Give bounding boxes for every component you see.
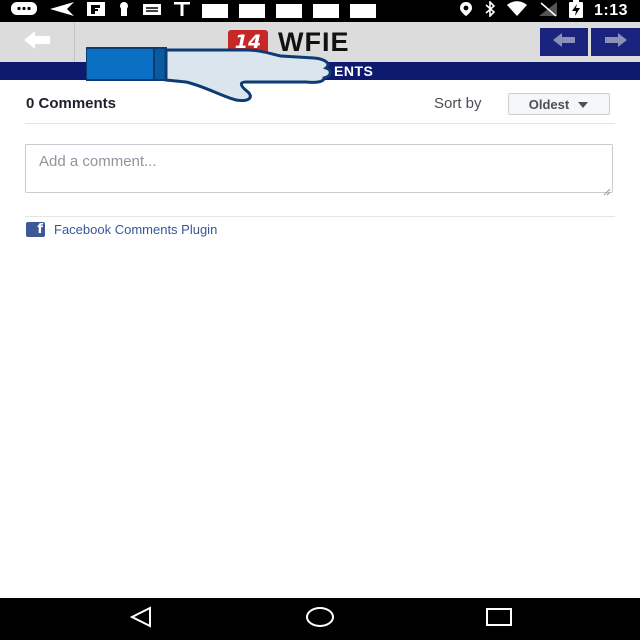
mail-icon [142, 1, 162, 22]
chevron-down-icon [577, 97, 589, 112]
keyhole-icon [117, 1, 131, 22]
comment-placeholder: Add a comment... [39, 153, 157, 170]
recents-square-icon [485, 606, 513, 633]
status-system: 1:13 [458, 0, 628, 23]
message-icon [10, 1, 38, 22]
flipboard-icon [86, 1, 106, 22]
arrow-left-icon [551, 32, 577, 53]
facebook-icon: f [26, 222, 45, 237]
arrow-right-icon [603, 32, 629, 53]
comment-count: 0 Comments [26, 95, 117, 112]
resize-handle-icon[interactable] [603, 183, 611, 201]
system-back-button[interactable] [111, 598, 171, 640]
home-circle-icon [305, 606, 335, 633]
sort-label: Sort by [434, 95, 482, 112]
next-article-button[interactable] [591, 28, 640, 56]
sort-value: Oldest [528, 96, 570, 112]
arrow-left-icon [22, 30, 52, 55]
previous-article-button[interactable] [540, 28, 588, 56]
battery-charging-icon [568, 0, 584, 23]
divider [25, 216, 615, 217]
notification-box [313, 4, 339, 18]
status-notifications [10, 1, 376, 22]
system-recents-button[interactable] [469, 598, 529, 640]
wifi-icon [506, 0, 528, 22]
thumbs-down-icon [85, 46, 336, 106]
bluetooth-icon [484, 0, 496, 22]
section-title: ENTS [334, 63, 374, 79]
status-bar: 1:13 [0, 0, 640, 22]
notification-box [239, 4, 265, 18]
plugin-label: Facebook Comments Plugin [54, 222, 218, 237]
location-icon [458, 1, 474, 22]
notification-box [276, 4, 302, 18]
send-icon [49, 1, 75, 22]
notification-box [350, 4, 376, 18]
facebook-comments-plugin-link[interactable]: f Facebook Comments Plugin [26, 222, 217, 237]
signal-off-icon [538, 1, 558, 22]
divider [25, 123, 615, 124]
system-nav-bar [0, 598, 640, 640]
back-button[interactable] [0, 22, 75, 62]
notification-box [202, 4, 228, 18]
back-triangle-icon [129, 605, 153, 633]
system-home-button[interactable] [290, 598, 350, 640]
text-t-icon [173, 1, 191, 22]
clock: 1:13 [593, 2, 628, 19]
sort-dropdown[interactable]: Oldest [508, 93, 610, 115]
